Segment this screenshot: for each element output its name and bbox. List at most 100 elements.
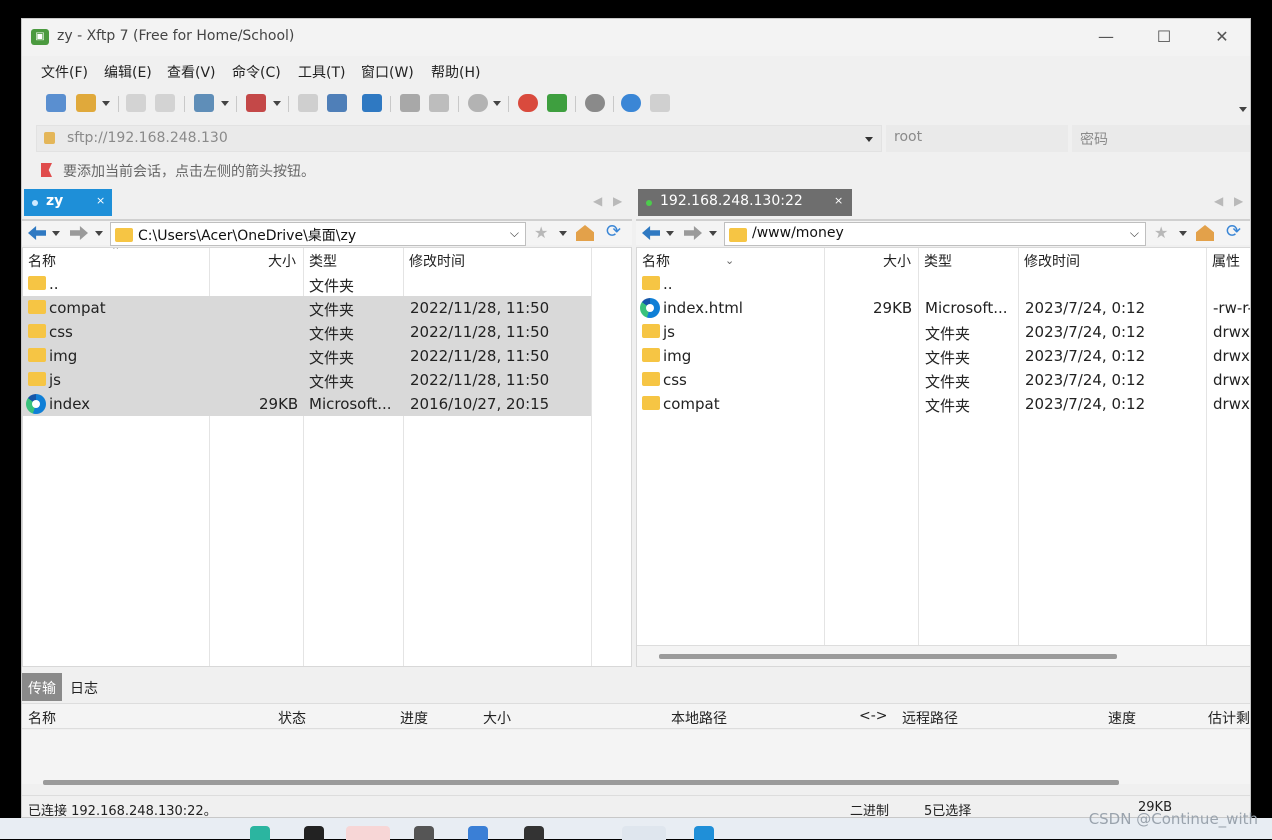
maximize-button[interactable]: ☐ <box>1135 19 1193 56</box>
col-type[interactable]: 类型 <box>304 248 342 272</box>
tab-log[interactable]: 日志 <box>64 673 104 701</box>
help-icon[interactable] <box>621 94 641 112</box>
table-row[interactable]: css 文件夹 2022/11/28, 11:50 <box>23 320 591 344</box>
download-icon[interactable] <box>327 94 347 112</box>
horizontal-scrollbar[interactable] <box>637 645 1250 666</box>
xshell-icon[interactable] <box>518 94 538 112</box>
chevron-down-icon[interactable] <box>102 101 110 106</box>
open-folder-icon[interactable] <box>76 94 96 112</box>
col-size[interactable]: 大小 <box>263 248 301 272</box>
tab-close-icon[interactable]: × <box>834 194 843 207</box>
scrollbar-thumb[interactable] <box>43 780 1119 785</box>
table-row[interactable]: js 文件夹 2022/11/28, 11:50 <box>23 368 591 392</box>
host-input[interactable]: sftp://192.168.248.130 <box>36 125 882 152</box>
record-icon[interactable] <box>468 94 488 112</box>
col-status[interactable]: 状态 <box>278 708 306 728</box>
table-row[interactable]: img 文件夹 2023/7/24, 0:12 drwx <box>637 344 1250 368</box>
tab-local-zy[interactable]: zy × <box>24 189 112 216</box>
upload-icon[interactable] <box>298 94 318 112</box>
chevron-down-icon[interactable] <box>273 101 281 106</box>
xftp-new-icon[interactable] <box>547 94 567 112</box>
taskbar-app-icon[interactable] <box>622 826 666 840</box>
sync-arrows-icon[interactable] <box>362 94 382 112</box>
chevron-down-icon[interactable] <box>666 231 674 236</box>
tab-transfer[interactable]: 传输 <box>22 673 62 701</box>
menu-file[interactable]: 文件(F) <box>41 62 88 82</box>
chevron-down-icon[interactable] <box>95 231 103 236</box>
table-row[interactable]: img 文件夹 2022/11/28, 11:50 <box>23 344 591 368</box>
tab-next-icon[interactable]: ▶ <box>1234 194 1243 208</box>
table-row[interactable]: index.html 29KB Microsoft... 2023/7/24, … <box>637 296 1250 320</box>
minimize-button[interactable]: — <box>1077 19 1135 56</box>
tab-remote-session[interactable]: 192.168.248.130:22 × <box>638 189 852 216</box>
col-eta[interactable]: 估计剩 <box>1208 708 1250 728</box>
password-field[interactable]: 密码 <box>1072 125 1250 152</box>
table-row[interactable]: compat 文件夹 2022/11/28, 11:50 <box>23 296 591 320</box>
taskbar-app-icon[interactable] <box>414 826 434 840</box>
taskbar-app-icon[interactable] <box>346 826 390 840</box>
col-speed[interactable]: 速度 <box>1108 708 1136 728</box>
col-size[interactable]: 大小 <box>483 708 511 728</box>
bookmark-flag-icon[interactable] <box>41 163 52 177</box>
chevron-down-icon[interactable] <box>865 137 873 142</box>
col-name[interactable]: 名称 <box>23 248 61 272</box>
back-arrow-icon[interactable] <box>28 226 46 240</box>
col-name[interactable]: 名称 <box>28 708 56 728</box>
table-row[interactable]: css 文件夹 2023/7/24, 0:12 drwx <box>637 368 1250 392</box>
chevron-down-icon[interactable] <box>221 101 229 106</box>
gear-icon[interactable] <box>585 94 605 112</box>
col-direction[interactable]: <-> <box>859 708 888 724</box>
scrollbar-thumb[interactable] <box>659 654 1117 659</box>
new-session-icon[interactable] <box>46 94 66 112</box>
col-progress[interactable]: 进度 <box>400 708 428 728</box>
paste-icon[interactable] <box>429 94 449 112</box>
menu-view[interactable]: 查看(V) <box>167 62 216 82</box>
table-row[interactable]: .. 文件夹 <box>23 272 591 296</box>
disconnect-icon[interactable] <box>155 94 175 112</box>
refresh-icon[interactable]: ⟳ <box>1226 221 1241 242</box>
menu-window[interactable]: 窗口(W) <box>361 62 414 82</box>
chevron-down-icon[interactable] <box>1179 231 1187 236</box>
col-size[interactable]: 大小 <box>878 248 916 272</box>
toolbar-overflow-icon[interactable] <box>1239 107 1247 112</box>
col-local-path[interactable]: 本地路径 <box>671 708 727 728</box>
session-settings-icon[interactable] <box>194 94 214 112</box>
copy-icon[interactable] <box>400 94 420 112</box>
menu-tools[interactable]: 工具(T) <box>298 62 345 82</box>
tab-close-icon[interactable]: × <box>96 194 105 207</box>
taskbar-app-icon[interactable] <box>304 826 324 840</box>
chat-icon[interactable] <box>650 94 670 112</box>
star-icon[interactable]: ★ <box>534 223 548 242</box>
table-row[interactable]: js 文件夹 2023/7/24, 0:12 drwx <box>637 320 1250 344</box>
star-icon[interactable]: ★ <box>1154 223 1168 242</box>
menu-edit[interactable]: 编辑(E) <box>104 62 152 82</box>
taskbar-app-icon[interactable] <box>524 826 544 840</box>
taskbar-app-icon[interactable] <box>250 826 270 840</box>
chevron-down-icon[interactable]: ⌵ <box>1130 226 1139 241</box>
refresh-icon[interactable]: ⟳ <box>606 221 621 242</box>
forward-arrow-icon[interactable] <box>70 226 88 240</box>
tab-prev-icon[interactable]: ◀ <box>1214 194 1223 208</box>
play-icon[interactable] <box>246 94 266 112</box>
table-row[interactable]: compat 文件夹 2023/7/24, 0:12 drwx <box>637 392 1250 416</box>
home-icon[interactable] <box>576 225 594 241</box>
back-arrow-icon[interactable] <box>642 226 660 240</box>
col-attributes[interactable]: 属性 <box>1207 248 1245 272</box>
menu-command[interactable]: 命令(C) <box>232 62 281 82</box>
col-remote-path[interactable]: 远程路径 <box>902 708 958 728</box>
chevron-down-icon[interactable] <box>709 231 717 236</box>
tab-next-icon[interactable]: ▶ <box>613 194 622 208</box>
table-row[interactable]: index 29KB Microsoft... 2016/10/27, 20:1… <box>23 392 591 416</box>
menu-help[interactable]: 帮助(H) <box>431 62 480 82</box>
chevron-down-icon[interactable]: ⌵ <box>510 226 519 241</box>
chevron-down-icon[interactable] <box>493 101 501 106</box>
chevron-down-icon[interactable] <box>52 231 60 236</box>
connect-icon[interactable] <box>126 94 146 112</box>
col-modified[interactable]: 修改时间 <box>1019 248 1085 272</box>
col-name[interactable]: 名称 <box>637 248 675 272</box>
username-field[interactable]: root <box>886 125 1068 152</box>
remote-path-input[interactable]: /www/money ⌵ <box>724 222 1146 246</box>
tab-prev-icon[interactable]: ◀ <box>593 194 602 208</box>
col-modified[interactable]: 修改时间 <box>404 248 470 272</box>
taskbar-app-icon[interactable] <box>694 826 714 840</box>
